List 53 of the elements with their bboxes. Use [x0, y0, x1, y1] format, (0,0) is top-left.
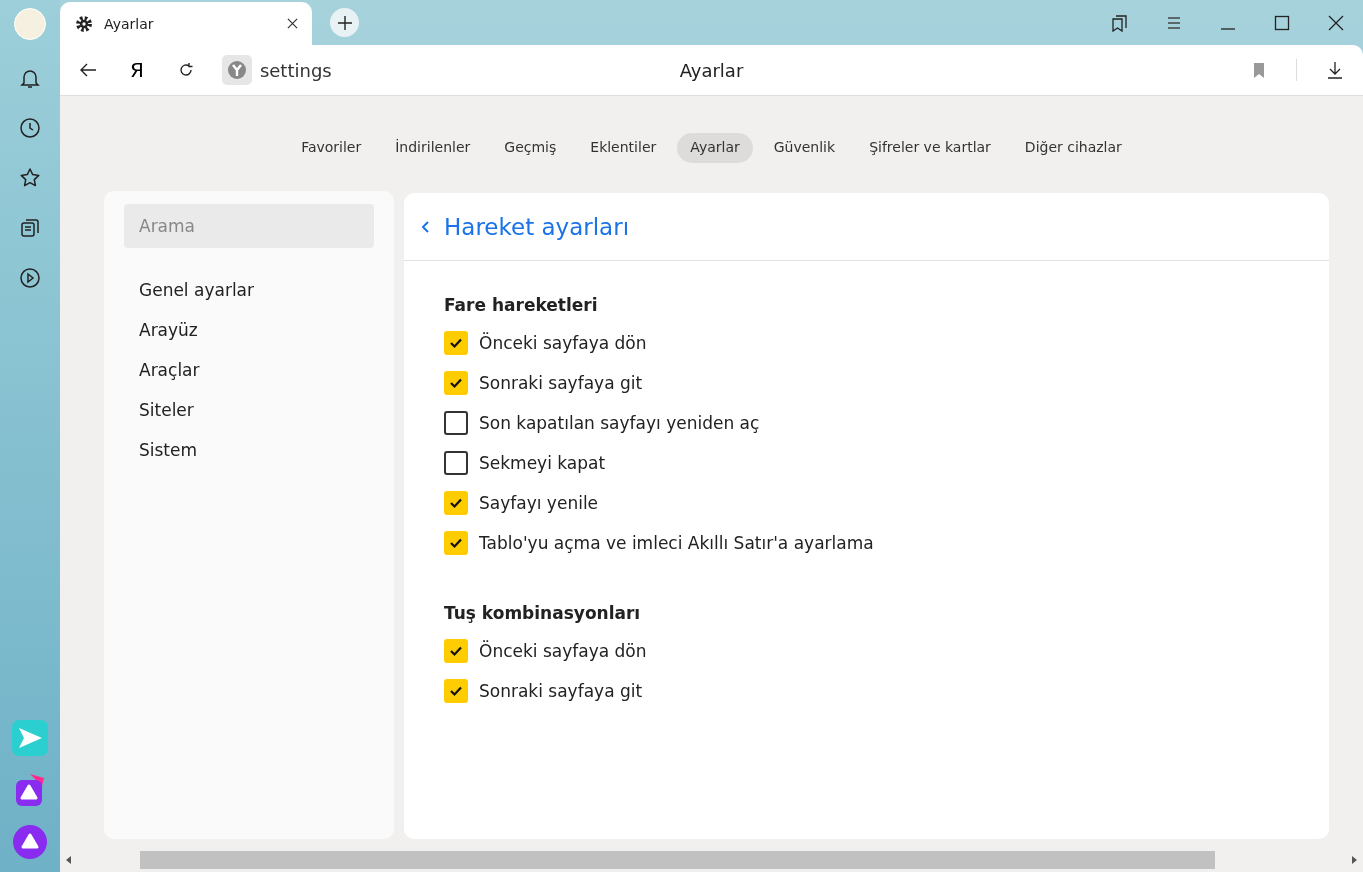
- option-label: Sonraki sayfaya git: [479, 681, 643, 701]
- option-label: Son kapatılan sayfayı yeniden aç: [479, 413, 760, 433]
- check-icon: [449, 684, 463, 698]
- assistant-icon[interactable]: [12, 824, 48, 860]
- scrollbar-thumb[interactable]: [140, 851, 1215, 869]
- section-heading: Tuş kombinasyonları: [444, 603, 642, 623]
- section-heading: Fare hareketleri: [444, 295, 599, 315]
- check-icon: [449, 376, 463, 390]
- nav-tab[interactable]: Eklentiler: [577, 133, 670, 163]
- option-label: Sayfayı yenile: [479, 493, 599, 513]
- search-field[interactable]: Arama: [124, 204, 374, 248]
- check-icon: [449, 536, 463, 550]
- tab-title: Ayarlar: [104, 15, 155, 32]
- page-title: Ayarlar: [679, 59, 744, 81]
- browser-tab[interactable]: Ayarlar: [60, 2, 312, 45]
- sidebar-item[interactable]: Sistem: [139, 438, 359, 462]
- nav-tab[interactable]: Ayarlar: [677, 133, 753, 163]
- documents-icon[interactable]: [18, 216, 42, 240]
- option-label: Önceki sayfaya dön: [479, 641, 647, 661]
- sidebar-item[interactable]: Araçlar: [139, 358, 359, 382]
- settings-icon: [74, 13, 94, 34]
- nav-tab[interactable]: İndirilenler: [382, 133, 484, 163]
- close-icon[interactable]: [287, 18, 298, 29]
- nav-tab[interactable]: Diğer cihazlar: [1011, 133, 1135, 163]
- option-label: Önceki sayfaya dön: [479, 333, 647, 353]
- download-icon[interactable]: [1325, 60, 1345, 80]
- option-label: Sonraki sayfaya git: [479, 373, 643, 393]
- sidebar-item[interactable]: Arayüz: [139, 318, 359, 342]
- nav-tab[interactable]: Şifreler ve kartlar: [856, 133, 1004, 163]
- option-label: Tablo'yu açma ve imleci Akıllı Satır'a ayarlama: [479, 533, 874, 553]
- bookmarks-icon[interactable]: [1110, 12, 1130, 33]
- check-icon: [449, 644, 463, 658]
- clock-icon[interactable]: [18, 116, 42, 140]
- address-field[interactable]: settings: [259, 59, 332, 81]
- back-chevron-icon[interactable]: [420, 219, 430, 234]
- site-icon: [221, 55, 252, 85]
- nav-tab[interactable]: Güvenlik: [760, 133, 849, 163]
- yandex-button[interactable]: Я: [130, 58, 144, 82]
- nav-tab[interactable]: Favoriler: [288, 133, 375, 163]
- plus-icon: [337, 15, 352, 30]
- sidebar-item[interactable]: Genel ayarlar: [139, 278, 359, 302]
- nav-tab[interactable]: Geçmiş: [491, 133, 570, 163]
- check-icon: [449, 496, 463, 510]
- option-label: Sekmeyi kapat: [479, 453, 606, 473]
- check-icon: [449, 336, 463, 350]
- new-tab-button[interactable]: [330, 8, 359, 37]
- scroll-right-icon[interactable]: [1351, 856, 1357, 864]
- play-icon[interactable]: [18, 266, 42, 290]
- checkbox[interactable]: [444, 411, 468, 435]
- sidebar-item[interactable]: Siteler: [139, 398, 359, 422]
- panel-title: Hareket ayarları: [444, 213, 630, 240]
- scroll-left-icon[interactable]: [66, 856, 72, 864]
- checkbox[interactable]: [444, 451, 468, 475]
